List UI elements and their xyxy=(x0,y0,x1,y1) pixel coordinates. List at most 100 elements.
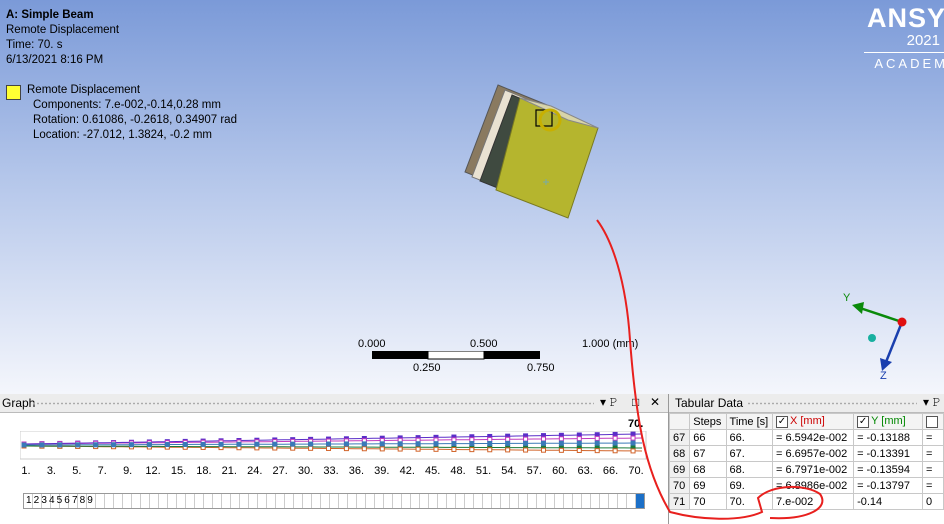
beam-block-model[interactable] xyxy=(460,80,610,230)
cell-y[interactable]: -0.14 xyxy=(853,493,923,510)
tabular-pin-icon[interactable]: ▾ 𝙿 xyxy=(923,395,941,410)
graph-marker xyxy=(505,440,511,446)
cell-z[interactable]: = xyxy=(921,477,944,494)
graph-marker xyxy=(21,442,27,448)
graph-marker xyxy=(308,441,314,447)
graph-marker xyxy=(75,442,81,448)
graph-tick-label: 60. xyxy=(552,465,568,477)
graph-tick-label: 66. xyxy=(602,465,619,477)
table-row[interactable]: 69 68 68. = 6.7971e-002 = -0.13594 = xyxy=(668,461,944,478)
logo-edition: ACADEM xyxy=(874,56,944,71)
col-steps[interactable]: Steps xyxy=(689,413,727,430)
cell-step[interactable]: 66 xyxy=(689,429,727,446)
graph-tick-label: 27. xyxy=(272,465,288,477)
table-row[interactable]: 71 70 70. 7.e-002 -0.14 0 xyxy=(668,493,944,510)
graph-marker xyxy=(379,441,385,447)
graph-marker xyxy=(200,441,206,447)
object-name: Remote Displacement xyxy=(6,24,120,36)
cell-z[interactable]: = xyxy=(921,461,944,478)
graph-marker xyxy=(540,436,546,442)
steps-bar-current xyxy=(636,494,644,508)
cell-y[interactable]: = -0.13797 xyxy=(853,477,923,494)
graph-marker xyxy=(290,445,296,451)
z-checkbox[interactable] xyxy=(925,415,938,428)
close-icon[interactable]: ✕ xyxy=(650,395,660,409)
cell-x[interactable]: = 6.5942e-002 xyxy=(771,429,855,446)
cell-y[interactable]: = -0.13594 xyxy=(853,461,923,478)
cell-time[interactable]: 70. xyxy=(725,493,773,510)
tabular-title: Tabular Data xyxy=(675,396,744,410)
graph-marker xyxy=(111,442,117,448)
cell-time[interactable]: 66. xyxy=(725,429,773,446)
tabular-table[interactable]: Steps Time [s] ✓ X [mm] ✓ Y [mm] 67 66 66.… xyxy=(668,413,944,510)
scale-label-025: 0.250 xyxy=(413,362,441,374)
cell-z[interactable]: = xyxy=(921,429,944,446)
table-row[interactable]: 70 69 69. = 6.8986e-002 = -0.13797 = xyxy=(668,477,944,494)
graphics-viewport[interactable]: A: Simple Beam Remote Displacement Time:… xyxy=(0,0,944,394)
table-row[interactable]: 68 67 67. = 6.6957e-002 = -0.13391 = xyxy=(668,445,944,462)
graph-marker xyxy=(308,445,314,451)
graph-marker xyxy=(558,436,564,442)
steps-bar[interactable]: 123456789 xyxy=(23,493,645,509)
row-number: 68 xyxy=(668,445,691,462)
graph-tick-label: 45. xyxy=(425,465,441,477)
cell-z[interactable]: = xyxy=(921,445,944,462)
graph-marker xyxy=(182,441,188,447)
graph-marker xyxy=(630,448,636,454)
model-title: A: Simple Beam xyxy=(6,9,94,21)
x-checkbox[interactable]: ✓ xyxy=(775,415,788,428)
graph-tick-label: 57. xyxy=(526,465,542,477)
graph-marker xyxy=(505,436,511,442)
graph-tick-label: 1. xyxy=(21,465,31,477)
col-y[interactable]: ✓ Y [mm] xyxy=(853,413,923,430)
cell-step[interactable]: 67 xyxy=(689,445,727,462)
cell-x[interactable]: = 6.8986e-002 xyxy=(771,477,855,494)
graph-tick-label: 30. xyxy=(297,465,314,477)
pin-icon[interactable]: ▾ 𝙿 xyxy=(600,395,618,410)
graph-marker xyxy=(343,441,349,447)
graph-time-axis: 1. 3. 5. 7. 9. 12. 15. 18. 21. 24. 27. 30. 33. 36. 39.… xyxy=(21,465,648,479)
cell-step[interactable]: 70 xyxy=(689,493,727,510)
row-number: 70 xyxy=(668,477,691,494)
tabular-data-panel[interactable]: Tabular Data ▾ 𝙿 Steps Time [s] ✓ X [mm] … xyxy=(668,394,944,524)
graph-marker xyxy=(254,441,260,447)
col-z[interactable] xyxy=(921,413,944,430)
y-checkbox[interactable]: ✓ xyxy=(857,415,870,428)
cell-time[interactable]: 68. xyxy=(725,461,773,478)
graph-panel[interactable]: Graph ▾ 𝙿 □ ✕ 70. 1. 3. 5. 7. 9. 12. 15. 18. 21.… xyxy=(0,394,669,524)
graph-tick-label: 3. xyxy=(46,465,56,477)
graph-tick-label: 63. xyxy=(577,465,593,477)
graph-plot[interactable] xyxy=(20,431,648,461)
cell-z[interactable]: 0 xyxy=(921,493,944,510)
graph-marker xyxy=(433,446,439,452)
steps-numbers: 123456789 xyxy=(26,495,95,506)
graph-tick-label: 5. xyxy=(72,465,82,477)
cell-x[interactable]: = 6.6957e-002 xyxy=(771,445,855,462)
graph-marker xyxy=(236,441,242,447)
maximize-icon[interactable]: □ xyxy=(632,395,639,409)
graph-tick-label: 51. xyxy=(475,465,492,477)
table-row[interactable]: 67 66 66. = 6.5942e-002 = -0.13188 = xyxy=(668,429,944,446)
cell-step[interactable]: 68 xyxy=(689,461,727,478)
cell-x[interactable]: 7.e-002 xyxy=(771,493,855,510)
graph-marker xyxy=(128,442,134,448)
coordinate-triad[interactable] xyxy=(840,288,920,383)
cell-y[interactable]: = -0.13188 xyxy=(853,429,923,446)
graph-marker xyxy=(558,447,564,453)
time-label: Time: 70. s xyxy=(6,39,63,51)
graph-marker xyxy=(523,440,529,446)
legend-rotation: Rotation: 0.61086, -0.2618, 0.34907 rad xyxy=(33,114,237,126)
cell-x[interactable]: = 6.7971e-002 xyxy=(771,461,855,478)
graph-marker xyxy=(164,442,170,448)
cell-step[interactable]: 69 xyxy=(689,477,727,494)
cell-time[interactable]: 67. xyxy=(725,445,773,462)
graph-header: Graph ▾ 𝙿 □ ✕ xyxy=(0,394,668,413)
cell-y[interactable]: = -0.13391 xyxy=(853,445,923,462)
cell-time[interactable]: 69. xyxy=(725,477,773,494)
graph-marker xyxy=(326,445,332,451)
col-x[interactable]: ✓ X [mm] xyxy=(771,413,855,430)
col-time[interactable]: Time [s] xyxy=(725,413,773,430)
graph-marker xyxy=(451,446,457,452)
graph-tick-label: 54. xyxy=(501,465,517,477)
triad-y-label: Y xyxy=(843,292,851,304)
